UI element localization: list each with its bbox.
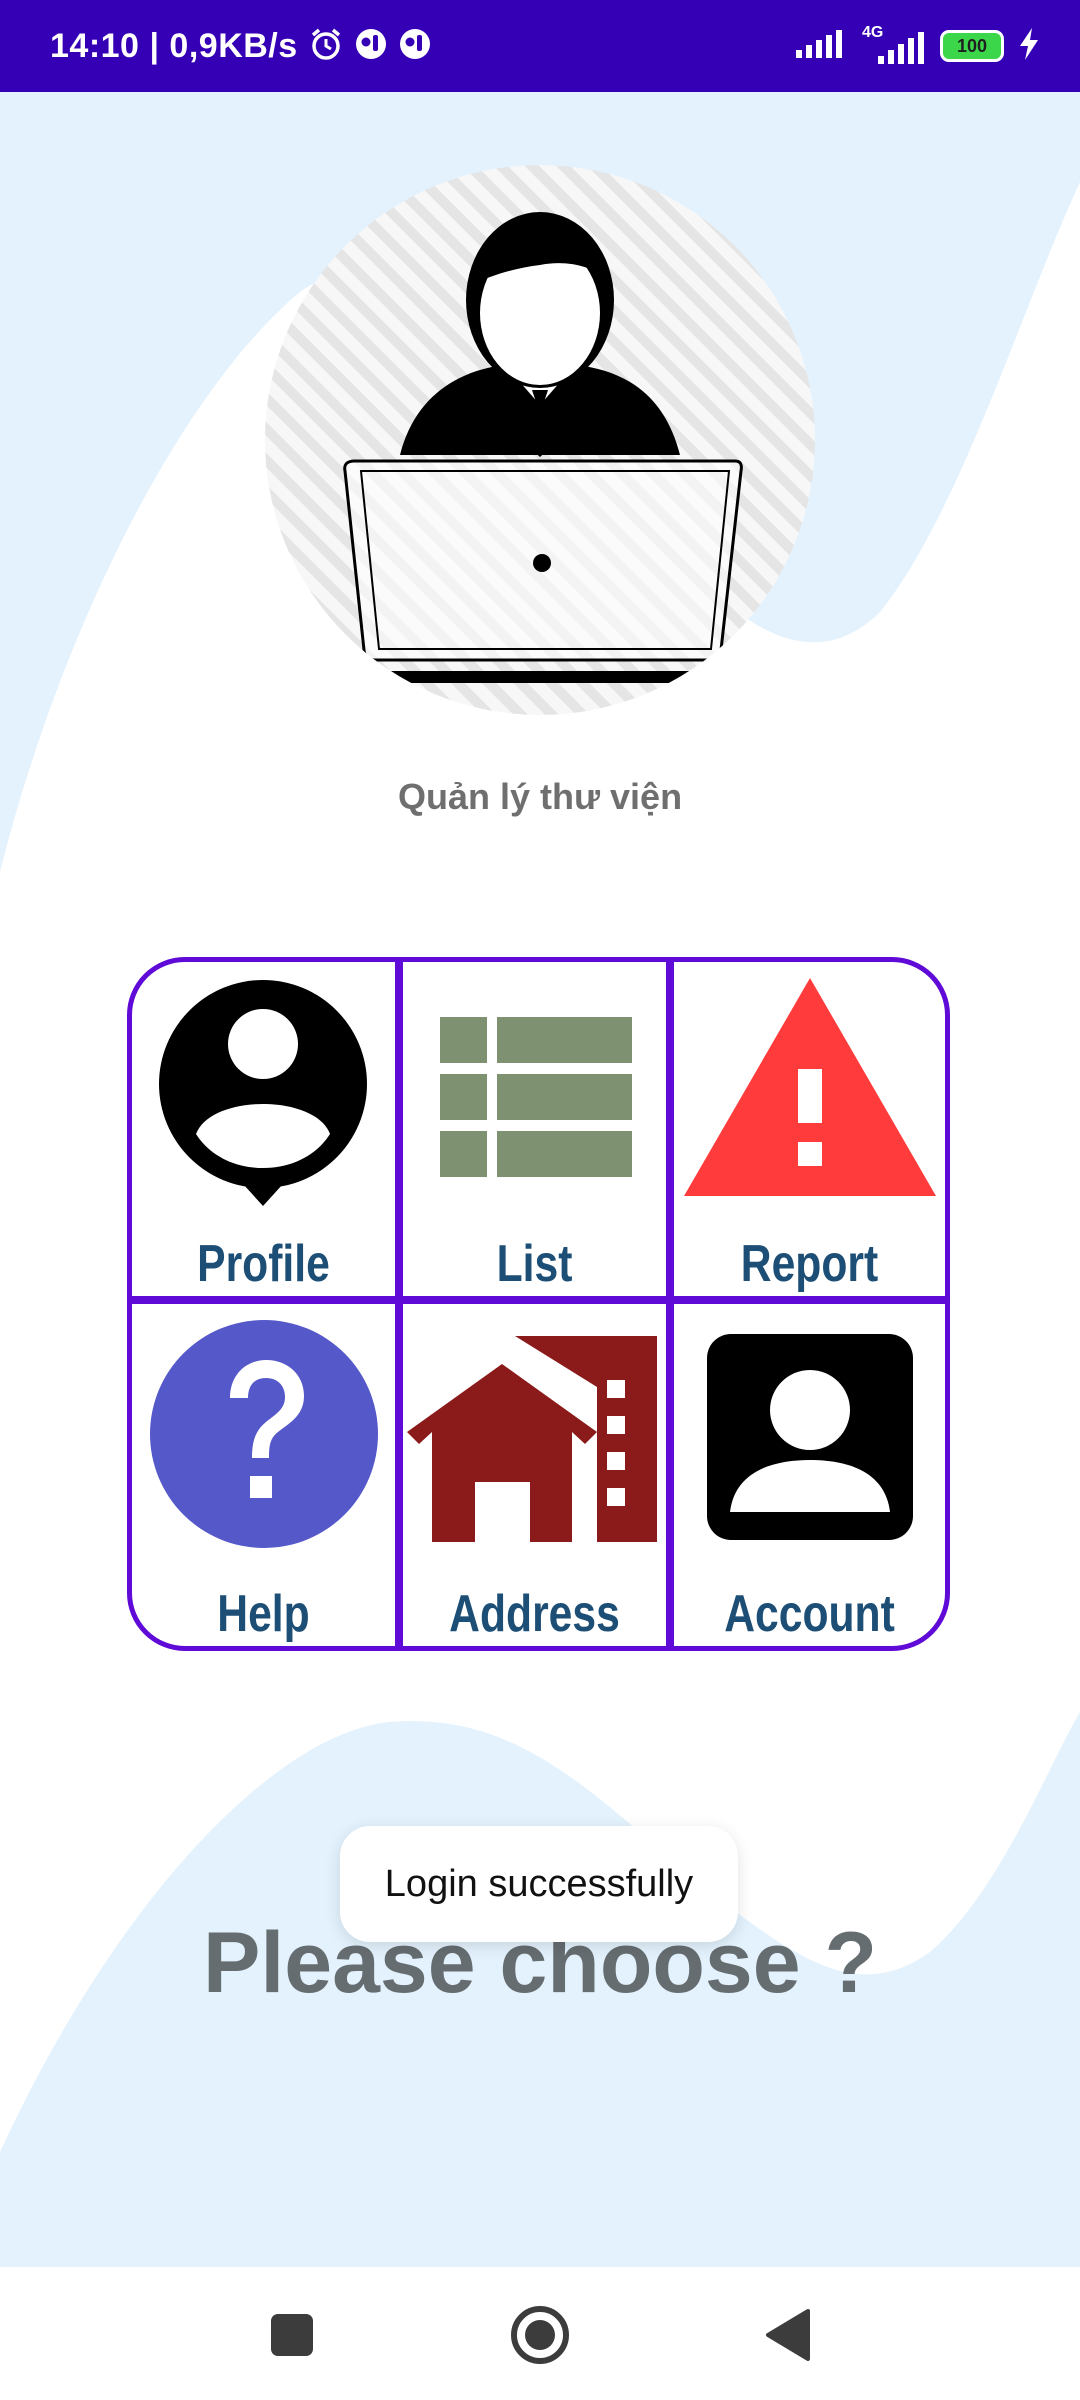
status-right: 4G 100 [794,0,1040,92]
menu-item-list[interactable]: List [403,962,674,1304]
back-icon [766,2309,810,2361]
status-bar: 14:10 | 0,9KB/s 4G 100 [0,0,1080,92]
notification-icon [354,27,388,65]
menu-item-report[interactable]: Report [674,962,945,1304]
home-button[interactable] [500,2295,580,2375]
list-icon [439,1017,632,1177]
notification-icon [398,27,432,65]
menu-item-label: Profile [197,1235,330,1293]
account-icon [706,1334,913,1540]
menu-item-label: Help [217,1585,310,1643]
signal-icon [794,28,846,64]
person-laptop-icon [343,212,743,683]
menu-item-address[interactable]: Address [403,1304,674,1646]
alarm-icon [308,26,344,66]
recents-button[interactable] [252,2295,332,2375]
network-type: 4G [862,24,884,41]
status-time: 14:10 [50,26,140,65]
menu-item-profile[interactable]: Profile [132,962,403,1304]
battery-icon: 100 [940,30,1004,62]
back-button[interactable] [748,2295,828,2375]
menu-item-label: Account [724,1585,895,1643]
status-left: 14:10 | 0,9KB/s [50,0,432,92]
recents-icon [271,2314,313,2356]
menu-item-help[interactable]: Help [132,1304,403,1646]
building-icon [407,1336,657,1542]
avatar [265,165,815,715]
menu-item-label: Report [740,1235,879,1293]
navigation-bar [0,2267,1080,2400]
toast-message: Login successfully [340,1826,738,1942]
menu-item-account[interactable]: Account [674,1304,945,1646]
help-icon [149,1320,378,1548]
menu-item-label: List [496,1235,573,1293]
profile-pin-icon [159,980,367,1206]
app-title: Quản lý thư viện [397,776,683,817]
menu-item-label: Address [449,1585,620,1643]
menu-grid: Profile List Report Help Address Account [127,957,950,1651]
warning-icon [683,978,936,1196]
charging-icon [1018,27,1040,65]
network-speed: | 0,9KB/s [149,26,298,65]
home-icon [511,2306,569,2364]
signal-4g-icon: 4G [860,24,926,66]
